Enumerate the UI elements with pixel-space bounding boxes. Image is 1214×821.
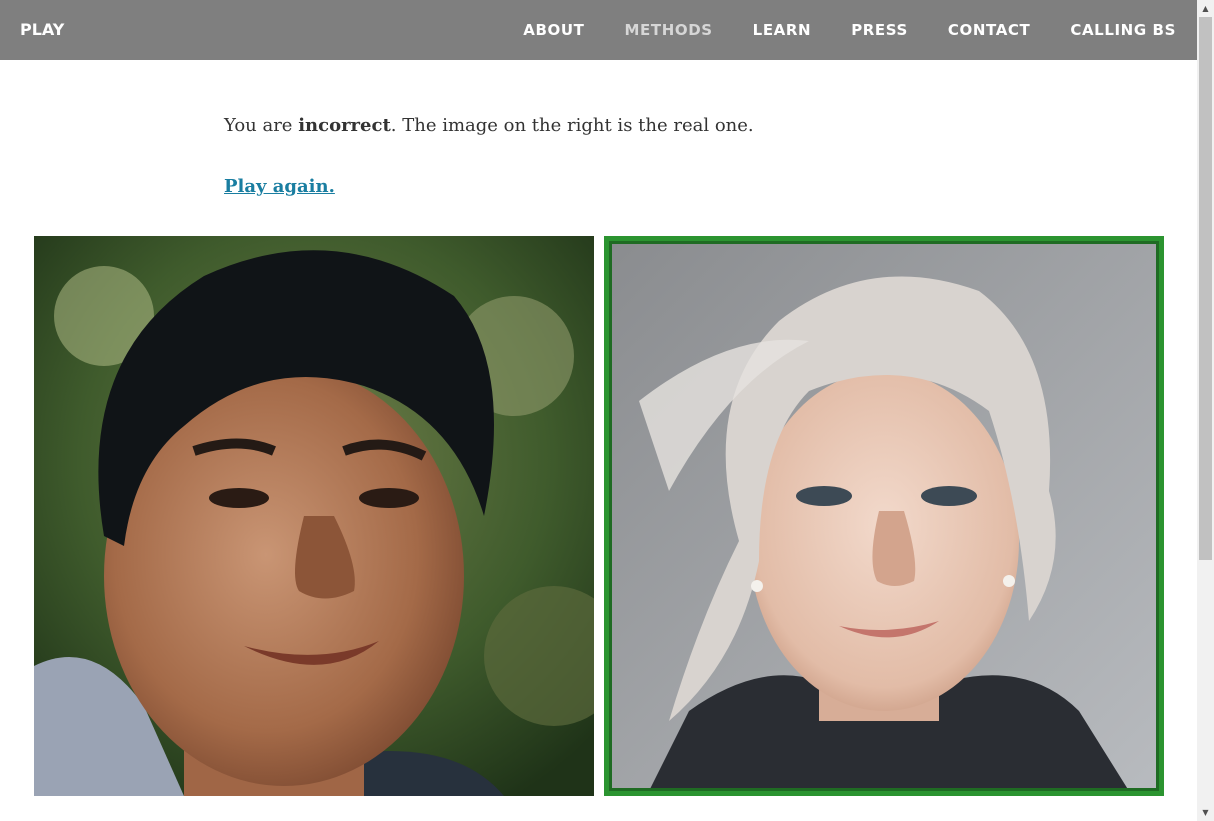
play-again-link[interactable]: Play again. xyxy=(224,174,335,200)
left-face-image[interactable] xyxy=(34,236,594,796)
nav-item-methods[interactable]: METHODS xyxy=(624,19,712,41)
right-face-image-correct[interactable] xyxy=(604,236,1164,796)
result-verdict: incorrect xyxy=(298,115,391,136)
scroll-up-arrow-icon[interactable]: ▲ xyxy=(1197,0,1214,17)
nav-item-press[interactable]: PRESS xyxy=(851,19,908,41)
nav-item-learn[interactable]: LEARN xyxy=(753,19,812,41)
nav-item-calling-bs[interactable]: CALLING BS xyxy=(1070,19,1176,41)
scrollbar-thumb[interactable] xyxy=(1199,17,1212,560)
result-prefix: You are xyxy=(224,115,299,136)
nav-item-contact[interactable]: CONTACT xyxy=(948,19,1030,41)
nav-menu: ABOUT METHODS LEARN PRESS CONTACT CALLIN… xyxy=(523,19,1176,41)
person-photo-icon xyxy=(609,241,1159,791)
person-photo-icon xyxy=(34,236,594,796)
result-message: You are incorrect. The image on the righ… xyxy=(224,113,754,139)
nav-item-about[interactable]: ABOUT xyxy=(523,19,584,41)
nav-brand-play[interactable]: PLAY xyxy=(20,19,64,41)
result-suffix: . The image on the right is the real one… xyxy=(390,115,754,136)
vertical-scrollbar[interactable]: ▲ ▼ xyxy=(1197,0,1214,821)
scroll-down-arrow-icon[interactable]: ▼ xyxy=(1197,804,1214,821)
top-navbar: PLAY ABOUT METHODS LEARN PRESS CONTACT C… xyxy=(0,0,1197,60)
